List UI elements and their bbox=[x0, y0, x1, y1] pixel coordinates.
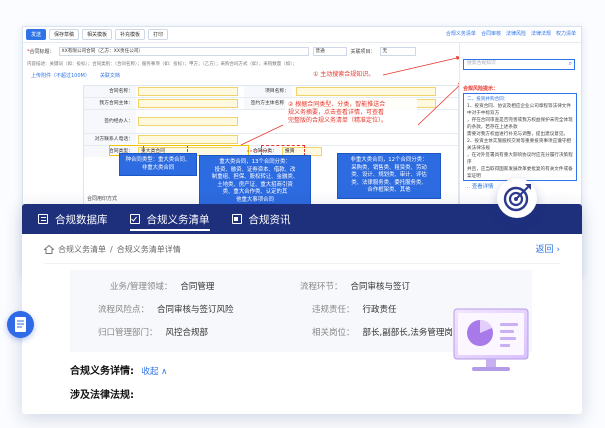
info-field: 业务/管理领域： 合同管理 bbox=[110, 282, 215, 292]
screenshot-stage: 发送 保存草稿 相关模板 补充模板 打印 合规义务清单 合同审核 法律风险 法律… bbox=[0, 0, 605, 428]
document-icon bbox=[7, 311, 34, 338]
target-icon bbox=[497, 178, 537, 218]
callout-contract-types: 种合同类型：重大类合同、 非重大类合同 bbox=[119, 153, 197, 176]
monitor-chart-icon bbox=[453, 308, 529, 371]
info-field: 流程风险点： 合同审核与签订风险 bbox=[98, 305, 234, 315]
laws-heading: 涉及法律法规: bbox=[70, 390, 134, 401]
list-icon bbox=[38, 214, 48, 224]
info-field: 归口管理部门： 风控合规部 bbox=[98, 328, 209, 338]
info-field: 流程环节： 合同审核与签订 bbox=[300, 282, 411, 292]
breadcrumb-obligation-list[interactable]: 合规义务清单 bbox=[58, 244, 106, 255]
nav-obligation-list[interactable]: 合规义务清单 bbox=[129, 204, 210, 234]
callout-major-contract: 重大类合同，13个合同分类： 投资、融资、证券资本、借款、改 制重组、担保、股权转让… bbox=[199, 155, 311, 208]
breadcrumb-separator: / bbox=[110, 245, 113, 254]
collapse-toggle[interactable]: 收起 ∧ bbox=[141, 367, 167, 377]
risk-tip-body: 二、投资并购合同： 1、投资合同、协议及相应企业公司章程等法律文件中对于中标双方… bbox=[463, 93, 577, 181]
info-field: 违规责任： 行政责任 bbox=[312, 305, 397, 315]
checklist-icon bbox=[129, 214, 140, 224]
nav-compliance-news[interactable]: 合规资讯 bbox=[231, 204, 291, 234]
risk-tip-title: 合规风险提示： bbox=[463, 86, 499, 92]
callout-non-major-contract: 非重大类合同，12个合同分类： 采购类、销售类、租赁类、劳动 类、设计、规划类、审计… bbox=[337, 153, 441, 199]
home-icon[interactable] bbox=[44, 245, 54, 254]
breadcrumb: 合规义务清单 / 合规义务清单详情 bbox=[44, 244, 181, 255]
back-link[interactable]: 返回 › bbox=[536, 242, 560, 255]
knowledge-search-input[interactable]: 搜索合规知识 ⌕ bbox=[463, 59, 575, 70]
divider bbox=[44, 263, 560, 264]
view-detail-link[interactable]: ... 查看详情 bbox=[465, 182, 493, 190]
news-icon bbox=[231, 214, 242, 224]
info-field: 相关岗位： 部长,副部长,法务管理岗 bbox=[312, 328, 453, 338]
duty-detail-heading: 合规义务详情: 收起 ∧ bbox=[70, 366, 168, 377]
nav-compliance-database[interactable]: 合规数据库 bbox=[38, 204, 108, 234]
search-icon[interactable]: ⌕ bbox=[569, 60, 572, 68]
breadcrumb-current: 合规义务清单详情 bbox=[116, 245, 181, 254]
